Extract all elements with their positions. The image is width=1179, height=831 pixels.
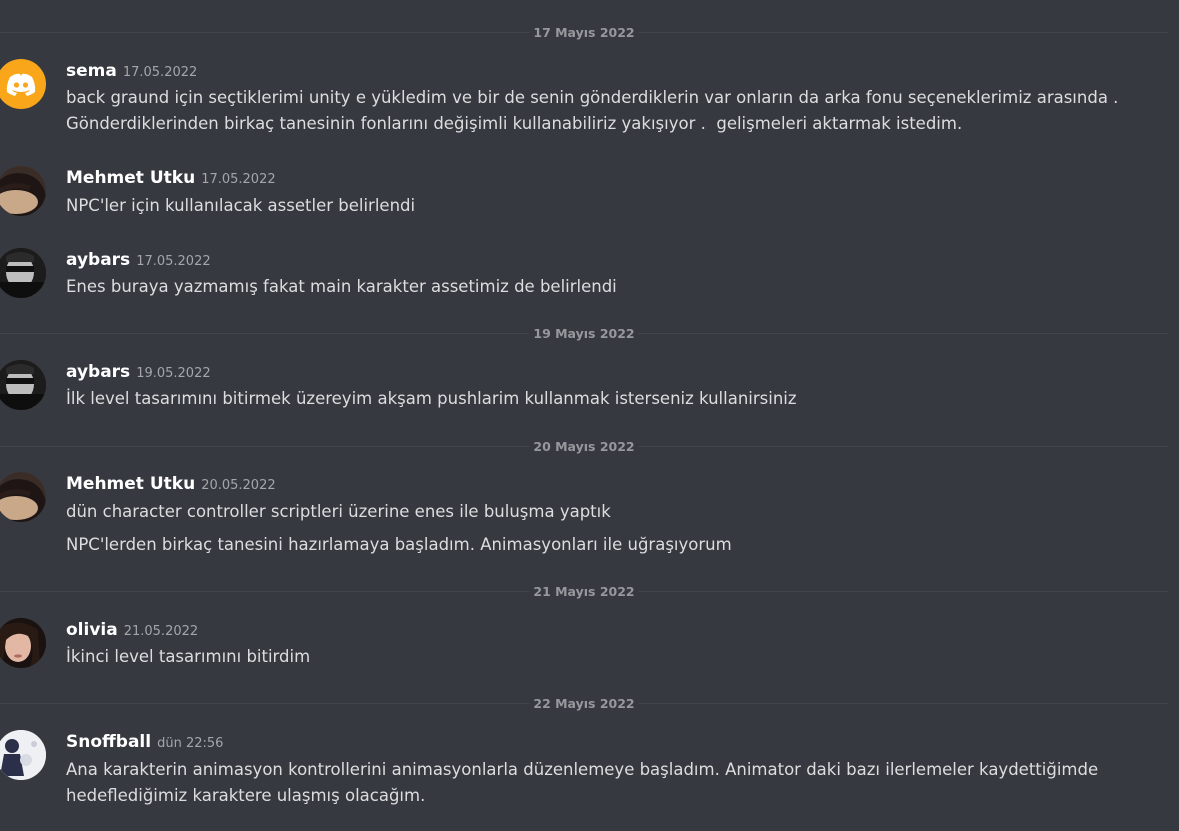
timestamp: 21.05.2022	[123, 624, 199, 639]
date-divider: 19 Mayıs 2022	[0, 325, 1168, 343]
timestamp: 20.05.2022	[201, 478, 276, 493]
timestamp: 17.05.2022	[122, 65, 198, 80]
timestamp: dün 22:56	[157, 736, 224, 751]
date-divider: 17 Mayıs 2022	[0, 24, 1168, 42]
avatar[interactable]	[0, 472, 46, 522]
message-text: NPC'ler için kullanılacak assetler belir…	[66, 196, 416, 215]
avatar[interactable]	[0, 248, 46, 298]
avatar[interactable]	[0, 166, 46, 216]
message-text: dün character controller scriptleri üzer…	[66, 502, 611, 521]
date-divider: 20 Mayıs 2022	[0, 438, 1168, 456]
message-text: hedeflediğimiz karaktere ulaşmış olacağı…	[66, 786, 426, 805]
date-divider: 22 Mayıs 2022	[0, 695, 1168, 713]
date-divider-label: 22 Mayıs 2022	[529, 695, 639, 713]
message-text: Ana karakterin animasyon kontrollerini a…	[66, 760, 1099, 779]
avatar[interactable]	[0, 59, 46, 109]
message-text: back graund için seçtiklerimi unity e yü…	[66, 88, 1119, 107]
author-name[interactable]: Snoffball	[66, 732, 151, 752]
timestamp: 19.05.2022	[136, 366, 211, 381]
message-text: NPC'lerden birkaç tanesini hazırlamaya b…	[66, 535, 732, 554]
message-text: Enes buraya yazmamış fakat main karakter…	[66, 277, 617, 296]
avatar[interactable]	[0, 360, 46, 410]
discord-logo-icon	[6, 73, 36, 96]
message-text: İkinci level tasarımını bitirdim	[66, 647, 311, 666]
date-divider: 21 Mayıs 2022	[0, 583, 1168, 601]
timestamp: 17.05.2022	[201, 172, 276, 187]
date-divider-label: 19 Mayıs 2022	[529, 325, 639, 343]
avatar[interactable]	[0, 730, 46, 780]
author-name[interactable]: sema	[66, 61, 117, 81]
avatar[interactable]	[0, 618, 46, 668]
author-name[interactable]: aybars	[66, 250, 130, 270]
message-text: Gönderdiklerinden birkaç tanesinin fonla…	[66, 114, 963, 133]
message-text: İlk level tasarımını bitirmek üzereyim a…	[66, 389, 797, 408]
author-name[interactable]: olivia	[66, 620, 118, 640]
timestamp: 17.05.2022	[136, 254, 211, 269]
author-name[interactable]: aybars	[66, 362, 130, 382]
date-divider-label: 21 Mayıs 2022	[529, 583, 639, 601]
date-divider-label: 17 Mayıs 2022	[529, 24, 639, 42]
author-name[interactable]: Mehmet Utku	[66, 474, 195, 494]
date-divider-label: 20 Mayıs 2022	[529, 438, 639, 456]
author-name[interactable]: Mehmet Utku	[66, 168, 195, 188]
